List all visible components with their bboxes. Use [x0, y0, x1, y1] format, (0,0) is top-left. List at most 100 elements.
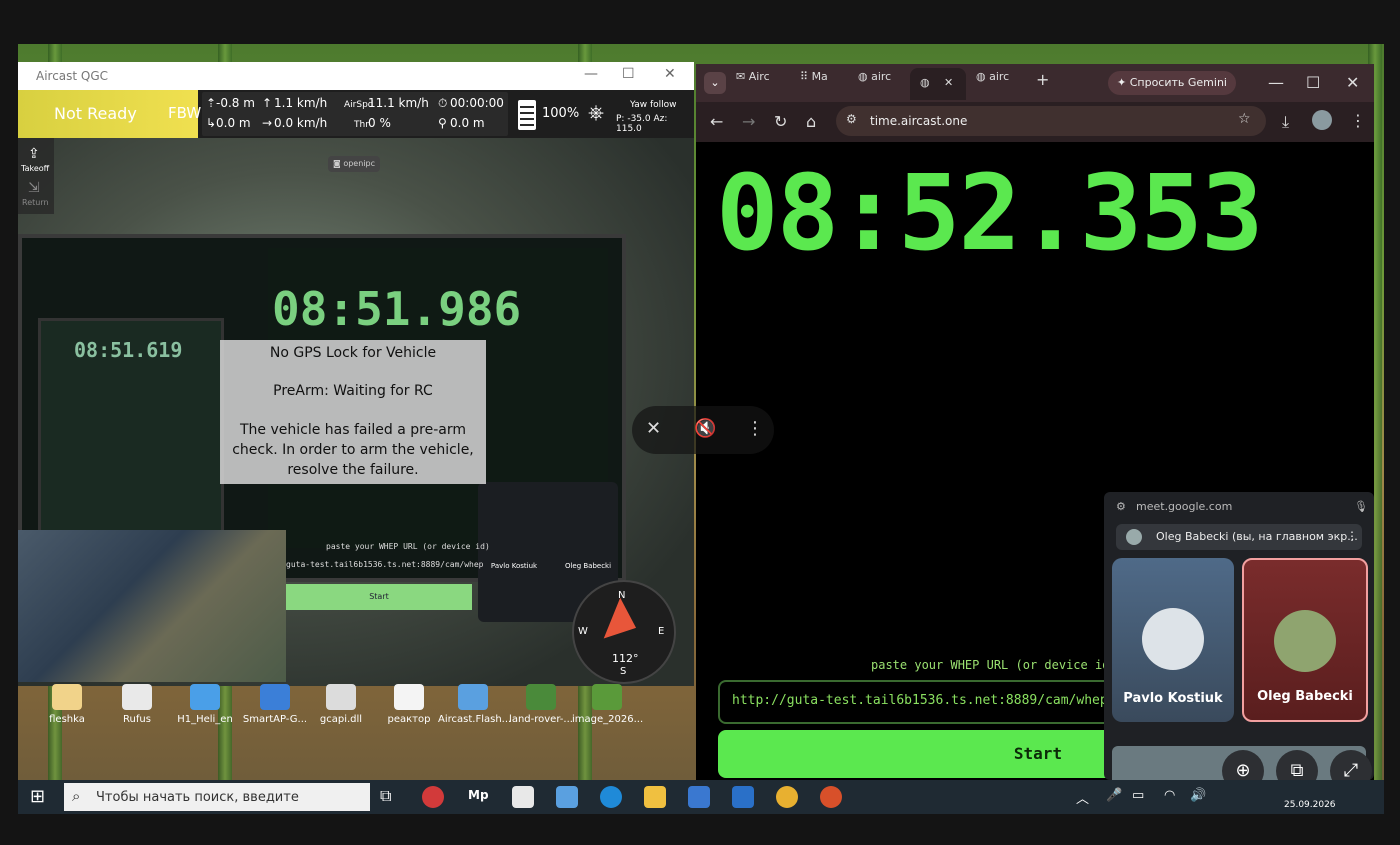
- amsl-altitude: 0.0 m: [216, 116, 251, 130]
- takeoff-icon[interactable]: ⇪: [28, 146, 40, 162]
- new-tab-button[interactable]: +: [1036, 70, 1049, 98]
- participant-avatar: [1142, 608, 1204, 670]
- reload-icon[interactable]: ↻: [774, 112, 787, 131]
- window-title: Aircast QGC: [36, 69, 109, 83]
- presenter-menu-icon[interactable]: ⋮: [1346, 529, 1358, 543]
- whep-label: paste your WHEP URL (or device id): [871, 658, 1117, 672]
- task-view-icon[interactable]: ⧉: [380, 786, 391, 806]
- desktop-file-icon: [458, 684, 488, 710]
- taskbar-app-chrome[interactable]: [776, 786, 798, 808]
- flight-mode[interactable]: FBW: [168, 104, 201, 122]
- chrome-maximize-button[interactable]: ☐: [1306, 73, 1320, 92]
- taskbar-app-qgc[interactable]: [512, 786, 534, 808]
- desktop-icon-label: Rufus: [123, 714, 151, 725]
- desktop-icon[interactable]: SmartAP-G...: [240, 684, 310, 725]
- whep-url-value: http://guta-test.tail6b1536.ts.net:8889/…: [732, 693, 1108, 708]
- minimize-button[interactable]: —: [584, 66, 598, 82]
- tray-volume-icon[interactable]: 🔊: [1190, 788, 1206, 803]
- message-failure: The vehicle has failed a pre-arm check. …: [232, 422, 474, 478]
- presenter-name: Oleg Babecki (вы, на главном экр...: [1156, 530, 1358, 543]
- taskbar-app-mail[interactable]: [732, 786, 754, 808]
- maximize-button[interactable]: ☐: [622, 66, 635, 82]
- vehicle-status-indicator[interactable]: Not Ready FBW: [18, 90, 201, 138]
- presenter-bar[interactable]: Oleg Babecki (вы, на главном экр... ⋮: [1116, 524, 1362, 550]
- prearm-message-box: No GPS Lock for Vehicle PreArm: Waiting …: [220, 340, 486, 484]
- tab-1[interactable]: ✉ Airc: [736, 70, 784, 98]
- participant-tile-2[interactable]: Oleg Babecki: [1242, 558, 1368, 722]
- tab-3[interactable]: ◍ airc: [858, 70, 906, 98]
- mail-icon: ✉: [736, 70, 749, 83]
- desktop-icon-label: реактор: [387, 714, 431, 725]
- tab-bar: ⌄ ✉ Airc ⠿ Ma ◍ airc ◍ ✕ ◍ airc + ✦ Спро…: [696, 64, 1374, 102]
- mute-icon[interactable]: 🔇: [694, 418, 716, 439]
- close-button[interactable]: ✕: [664, 66, 676, 82]
- participant-tile-1[interactable]: Pavlo Kostiuk: [1112, 558, 1234, 722]
- whep-url-input[interactable]: http://guta-test.tail6b1536.ts.net:8889/…: [718, 680, 1122, 724]
- profile-avatar[interactable]: [1312, 110, 1332, 130]
- tab-2[interactable]: ⠿ Ma: [800, 70, 848, 98]
- desktop-icon[interactable]: Aircast.Flash...: [438, 684, 511, 725]
- meet-pip-window: ⚙ meet.google.com 🎙 Oleg Babecki (вы, на…: [1104, 492, 1374, 780]
- tab-5[interactable]: ◍ airc: [976, 70, 1024, 98]
- bookmark-star-icon[interactable]: ☆: [1238, 111, 1251, 127]
- compass-heading: 112°: [612, 652, 639, 665]
- return-icon[interactable]: ⇲: [28, 180, 40, 196]
- filmed-start-button: Start: [286, 584, 472, 610]
- flight-time: 00:00:00: [450, 96, 504, 110]
- takeoff-label[interactable]: Takeoff: [21, 164, 49, 173]
- map-view[interactable]: [18, 530, 286, 682]
- more-options-icon[interactable]: ⋮: [746, 418, 764, 439]
- tab-active[interactable]: ◍ ✕: [910, 68, 966, 100]
- desktop-icon-label: H1_Heli_en: [177, 714, 233, 725]
- taskbar-app-edge[interactable]: [600, 786, 622, 808]
- browser-toolbar: ← → ↻ ⌂ ⚙ time.aircast.one ☆ ⤓ ⋮: [696, 102, 1374, 142]
- tray-mic-icon[interactable]: 🎤: [1106, 788, 1122, 803]
- desktop-icon-label: fleshka: [49, 714, 85, 725]
- taskbar-search[interactable]: ⌕ Чтобы начать поиск, введите: [64, 783, 370, 811]
- globe-icon: ◍: [976, 70, 990, 83]
- home-icon[interactable]: ⌂: [806, 112, 816, 131]
- desktop-icon[interactable]: fleshka: [32, 684, 102, 725]
- menu-icon[interactable]: ⋮: [1350, 111, 1366, 130]
- qgc-toolbar: Not Ready FBW ⇡ -0.8 m ↳ 0.0 m ↑ 1.1 km/…: [18, 90, 694, 138]
- tray-expand-icon[interactable]: ︿: [1076, 788, 1089, 807]
- desktop-icon[interactable]: image_2026...: [572, 684, 643, 725]
- forward-icon[interactable]: →: [742, 112, 755, 131]
- taskbar-app-store[interactable]: [688, 786, 710, 808]
- gemini-button[interactable]: ✦ Спросить Gemini: [1108, 71, 1236, 95]
- chrome-minimize-button[interactable]: —: [1268, 73, 1284, 92]
- address-bar[interactable]: ⚙ time.aircast.one ☆: [836, 106, 1266, 136]
- search-placeholder: Чтобы начать поиск, введите: [96, 790, 299, 805]
- tray-wifi-icon[interactable]: ◠: [1164, 788, 1175, 803]
- taskbar-app-chrome-2[interactable]: [820, 786, 842, 808]
- windows-start-icon[interactable]: ⊞: [30, 786, 45, 807]
- return-label[interactable]: Return: [22, 198, 49, 207]
- desktop-icon[interactable]: реактор: [374, 684, 444, 725]
- gimbal-icon[interactable]: ⎈: [588, 100, 604, 124]
- taskbar-app-calc[interactable]: [556, 786, 578, 808]
- taskbar-app-explorer[interactable]: [644, 786, 666, 808]
- taskbar-app-mp[interactable]: Mp: [468, 788, 489, 802]
- desktop-file-icon: [52, 684, 82, 710]
- tab-close-icon[interactable]: ✕: [944, 76, 953, 89]
- unpin-icon[interactable]: ✕: [646, 418, 661, 439]
- chrome-close-button[interactable]: ✕: [1346, 73, 1359, 92]
- tab-search-button[interactable]: ⌄: [704, 72, 726, 94]
- tray-battery-icon[interactable]: ▭: [1132, 788, 1144, 803]
- download-icon[interactable]: ⤓: [1282, 112, 1289, 132]
- filmed-participant-1: Pavlo Kostiuk: [490, 562, 538, 570]
- taskbar-app-opera[interactable]: [422, 786, 444, 808]
- mic-icon[interactable]: 🎙: [1354, 500, 1368, 513]
- tab-1-label: Airc: [748, 70, 770, 83]
- desktop-icon[interactable]: land-rover-...: [506, 684, 576, 725]
- desktop-icon[interactable]: H1_Heli_en: [170, 684, 240, 725]
- desktop-icon[interactable]: Rufus: [102, 684, 172, 725]
- desktop-icon[interactable]: gcapi.dll: [306, 684, 376, 725]
- desktop-file-icon: [190, 684, 220, 710]
- site-settings-icon[interactable]: ⚙: [846, 112, 857, 126]
- camera-badge-label: openipc: [343, 159, 375, 168]
- horizontal-speed: 0.0 km/h: [274, 116, 328, 130]
- telemetry-panel[interactable]: ⇡ -0.8 m ↳ 0.0 m ↑ 1.1 km/h → 0.0 km/h A…: [202, 92, 508, 136]
- battery-icon[interactable]: [518, 100, 536, 130]
- back-icon[interactable]: ←: [710, 112, 723, 131]
